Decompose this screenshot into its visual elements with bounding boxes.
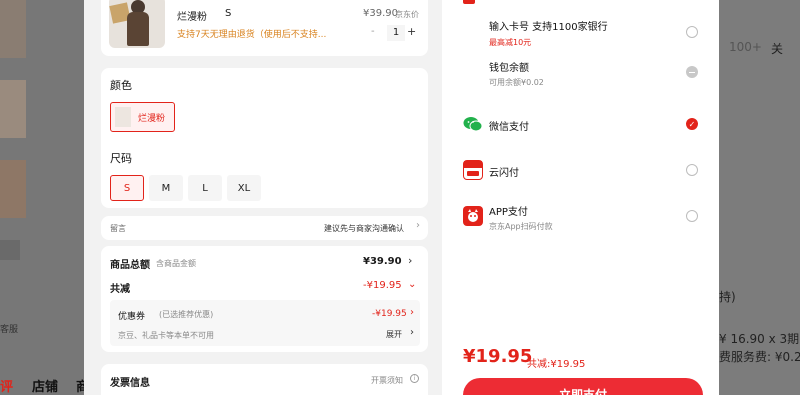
wechat-radio-checked[interactable]: ✓ bbox=[686, 118, 698, 130]
quantity-increase-button[interactable]: + bbox=[407, 25, 416, 38]
order-detail-sheet: 烂漫粉 S ¥39.90 京东价 支持7天无理由退货（使用后不支持... - 1… bbox=[84, 0, 442, 395]
info-icon[interactable]: i bbox=[410, 374, 419, 383]
pay-saved: 共减:¥19.95 bbox=[527, 359, 586, 370]
wechat-icon bbox=[463, 114, 483, 134]
coupon-sub: (已选推荐优惠) bbox=[159, 310, 214, 319]
chevron-down-icon[interactable]: ⌄ bbox=[408, 279, 416, 290]
card-promo: 最高减10元 bbox=[489, 38, 532, 47]
app-pay-title: APP支付 bbox=[489, 207, 528, 218]
card-icon bbox=[463, 0, 475, 4]
product-card: 烂漫粉 S ¥39.90 京东价 支持7天无理由退货（使用后不支持... - 1… bbox=[101, 0, 428, 56]
wallet-sub: 可用余额¥0.02 bbox=[489, 78, 544, 87]
wallet-title: 钱包余额 bbox=[489, 63, 529, 74]
chevron-right-icon: › bbox=[410, 307, 414, 318]
bg-thumbnail bbox=[0, 0, 26, 58]
bg-thumbnail bbox=[0, 240, 20, 260]
invoice-label: 发票信息 bbox=[110, 378, 150, 389]
bg-right-text: 持) bbox=[719, 290, 736, 304]
bg-left-text: 客服 bbox=[0, 325, 19, 335]
bg-right-text: 100+ bbox=[729, 40, 762, 54]
invoice-hint: 开票须知 bbox=[371, 376, 403, 385]
coupon-value[interactable]: -¥19.95 bbox=[372, 309, 407, 319]
expand-button[interactable]: 展开 bbox=[386, 329, 402, 340]
bg-thumbnail bbox=[0, 80, 26, 138]
note-hint: 建议先与商家沟通确认 bbox=[324, 224, 404, 233]
chevron-right-icon: › bbox=[416, 220, 420, 231]
card-radio[interactable] bbox=[686, 26, 698, 38]
unionpay-icon bbox=[463, 160, 483, 180]
chevron-right-icon: › bbox=[410, 327, 414, 338]
coupon-box: 优惠券 (已选推荐优惠) -¥19.95 › 京豆、礼品卡等本单不可用 展开 › bbox=[110, 300, 420, 346]
bg-right-text: 费服务费: ¥0.25/ bbox=[719, 350, 800, 364]
background-left-panel: 客服 评 店铺 商 bbox=[0, 0, 89, 395]
chevron-right-icon: › bbox=[408, 254, 413, 267]
goods-total-value: ¥39.90 bbox=[363, 256, 402, 267]
color-title: 颜色 bbox=[110, 79, 132, 92]
bg-tab-review: 评 bbox=[0, 380, 14, 395]
size-title: 尺码 bbox=[110, 152, 132, 165]
color-option-thumb bbox=[115, 107, 131, 127]
product-variant: 烂漫粉 bbox=[177, 12, 207, 23]
return-policy: 支持7天无理由退货（使用后不支持... bbox=[177, 30, 327, 40]
note-card[interactable]: 留言 建议先与商家沟通确认 › bbox=[101, 216, 428, 240]
product-price: ¥39.90 bbox=[363, 8, 398, 19]
bg-right-text: 关 bbox=[771, 42, 784, 56]
background-right-panel: 100+ 关 持) ¥ 16.90 x 3期 费服务费: ¥0.25/ bbox=[719, 0, 800, 395]
size-option-s[interactable]: S bbox=[110, 175, 144, 201]
reduce-label: 共减 bbox=[110, 284, 130, 295]
goods-total-label: 商品总额 bbox=[110, 260, 150, 271]
note-label: 留言 bbox=[110, 224, 126, 233]
quantity-value[interactable]: 1 bbox=[387, 25, 405, 41]
totals-card: 商品总额 含商品金额 ¥39.90 › 共减 -¥19.95 ⌄ 优惠券 (已选… bbox=[101, 246, 428, 352]
goods-total-sub: 含商品金额 bbox=[156, 259, 196, 268]
reduce-value: -¥19.95 bbox=[363, 280, 402, 291]
jd-app-icon bbox=[463, 206, 483, 226]
size-option-xl[interactable]: XL bbox=[227, 175, 261, 201]
unionpay-radio[interactable] bbox=[686, 164, 698, 176]
product-size: S bbox=[225, 8, 232, 19]
product-price-suffix: 京东价 bbox=[395, 10, 419, 19]
wallet-radio bbox=[686, 66, 698, 78]
pay-now-button[interactable]: 立即支付 bbox=[463, 378, 703, 395]
color-option-label: 烂漫粉 bbox=[138, 114, 166, 124]
pay-total: ¥19.95 bbox=[463, 346, 533, 367]
quantity-decrease-button[interactable]: - bbox=[371, 26, 375, 37]
product-image bbox=[109, 0, 165, 48]
payment-sheet: 输入卡号 支持1100家银行 最高减10元 钱包余额 可用余额¥0.02 微信支… bbox=[442, 0, 719, 395]
app-pay-radio[interactable] bbox=[686, 210, 698, 222]
size-option-l[interactable]: L bbox=[188, 175, 222, 201]
bg-right-text: ¥ 16.90 x 3期 bbox=[719, 332, 800, 346]
spec-card: 颜色 烂漫粉 尺码 S M L XL bbox=[101, 68, 428, 208]
other-discount-label: 京豆、礼品卡等本单不可用 bbox=[118, 331, 214, 340]
wechat-title: 微信支付 bbox=[489, 122, 529, 133]
bg-tab-store: 店铺 bbox=[32, 380, 59, 395]
invoice-card[interactable]: 发票信息 开票须知 i bbox=[101, 364, 428, 395]
color-option[interactable]: 烂漫粉 bbox=[110, 102, 175, 132]
unionpay-title: 云闪付 bbox=[489, 168, 519, 179]
app-pay-sub: 京东App扫码付款 bbox=[489, 222, 553, 231]
size-option-m[interactable]: M bbox=[149, 175, 183, 201]
card-title: 输入卡号 支持1100家银行 bbox=[489, 22, 608, 33]
coupon-label: 优惠券 bbox=[118, 312, 146, 322]
bg-thumbnail bbox=[0, 160, 26, 218]
